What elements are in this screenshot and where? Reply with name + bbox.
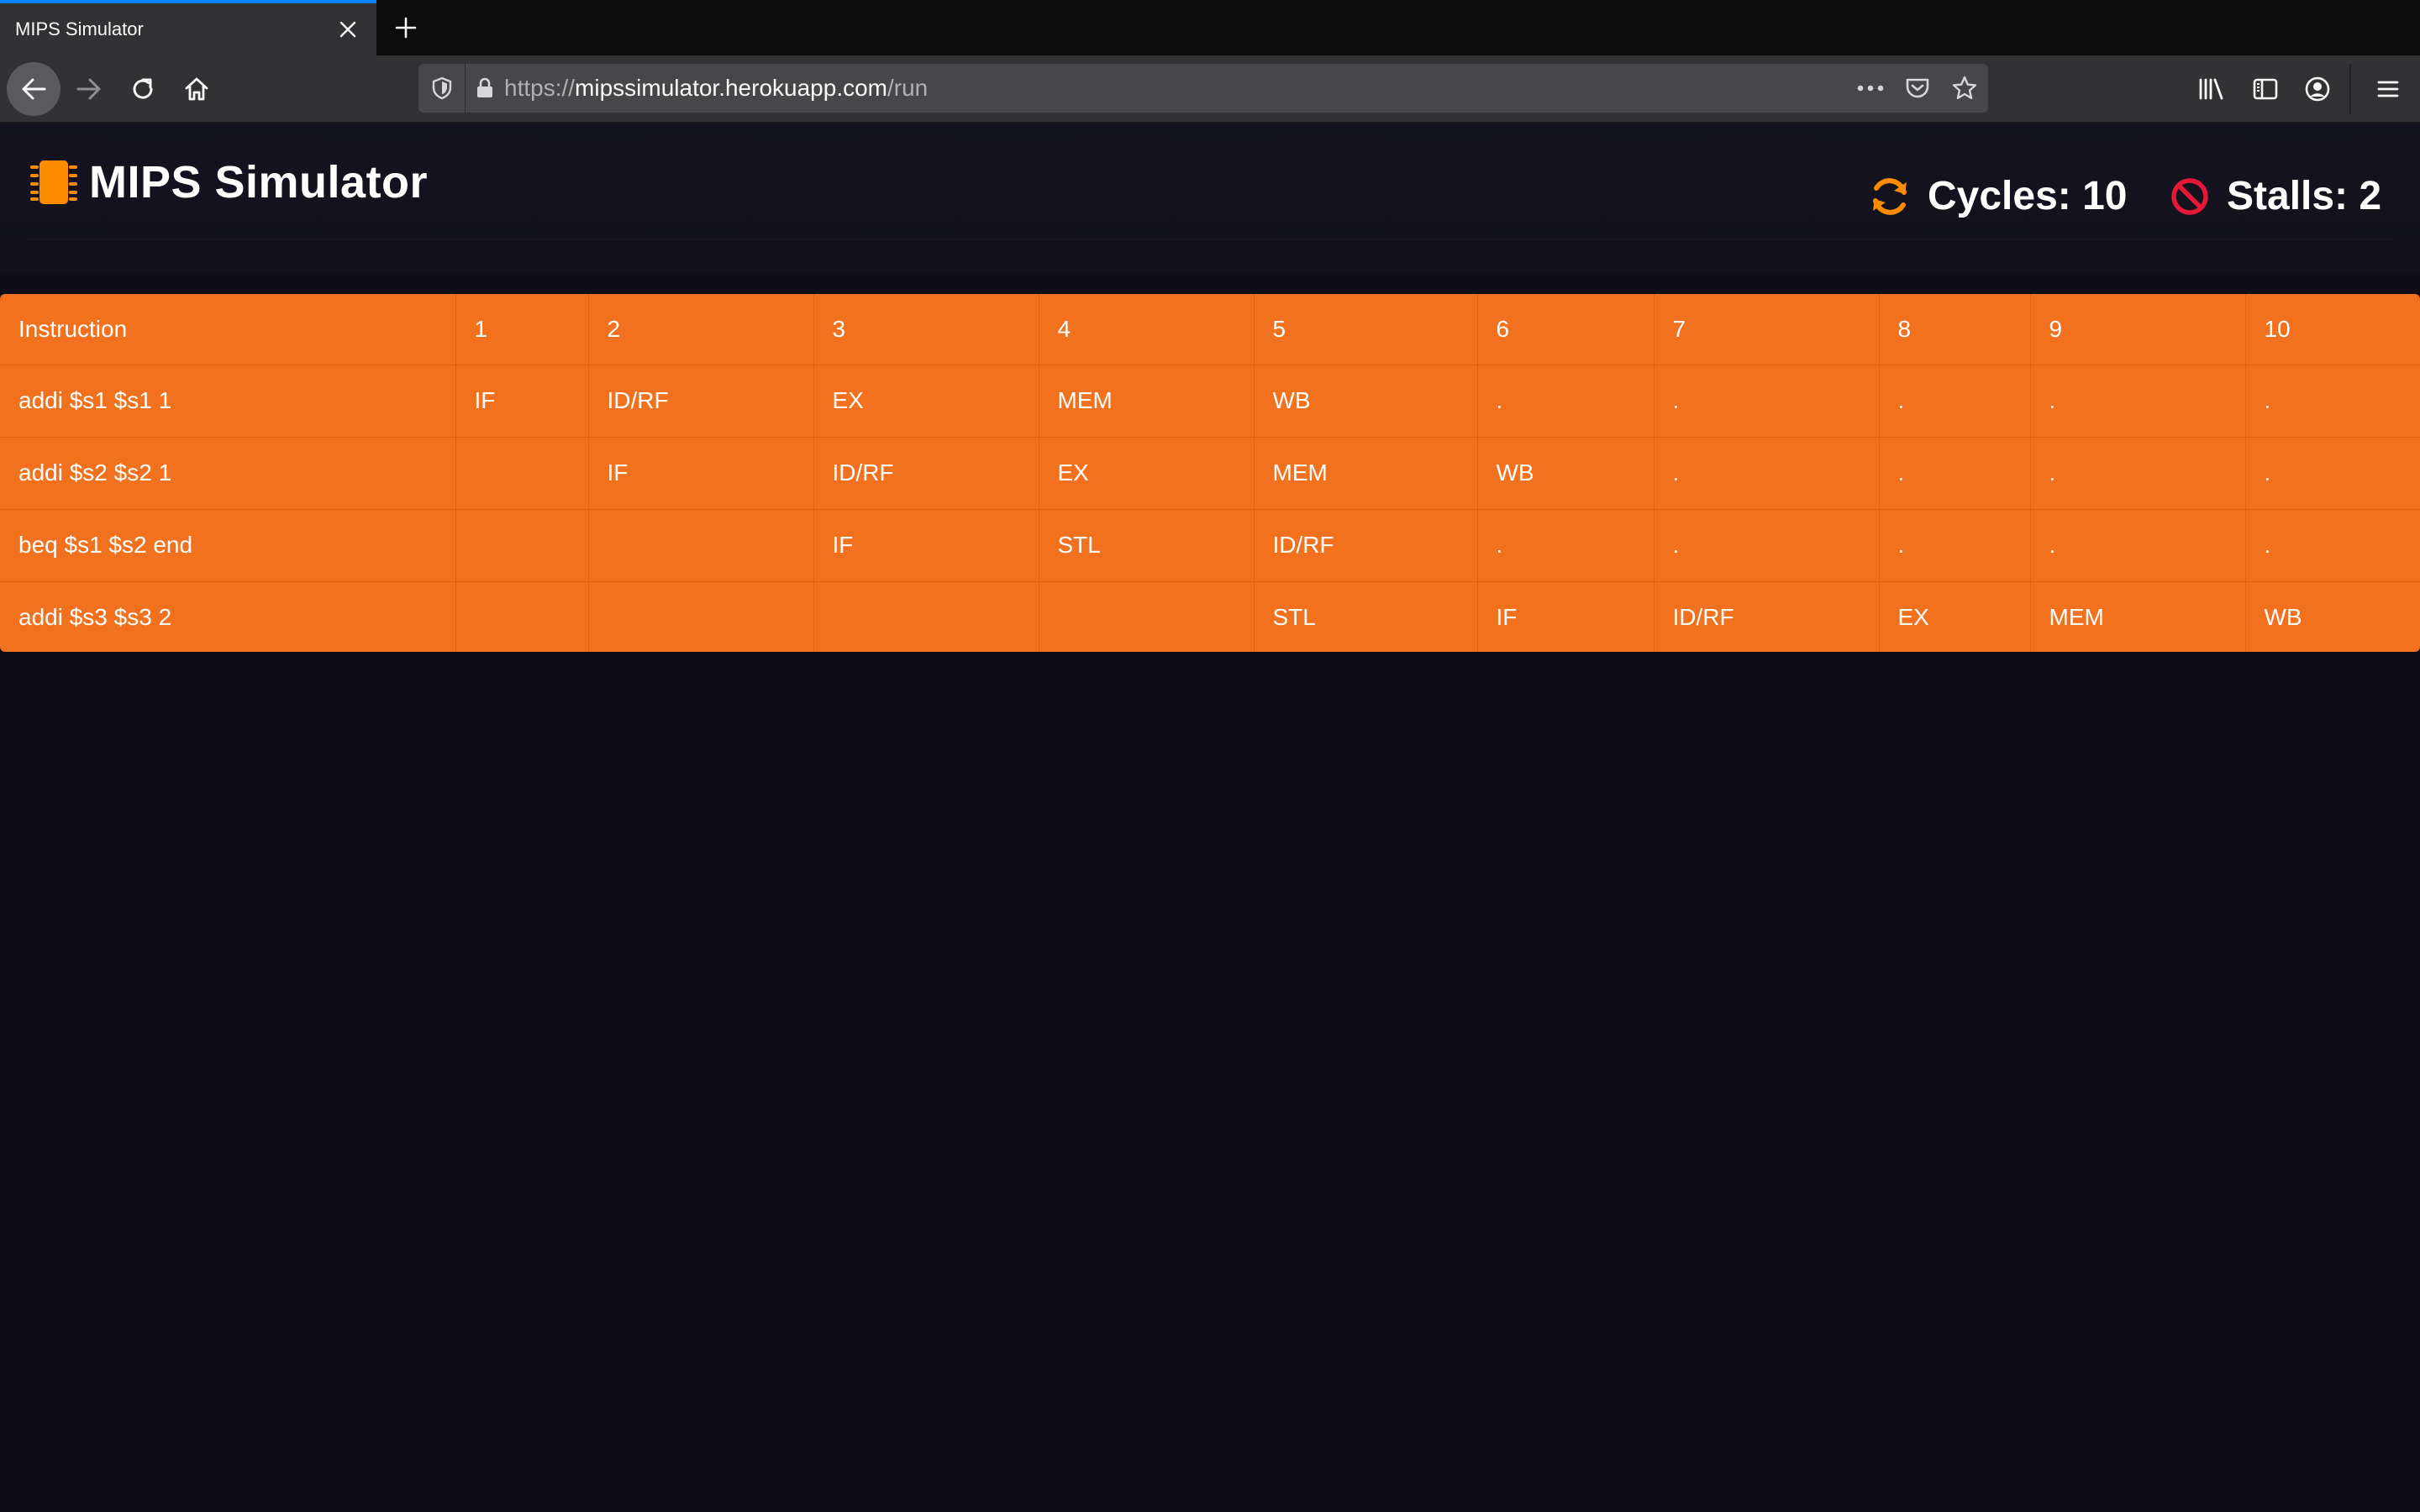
sync-icon [1873, 177, 1907, 215]
shield-icon[interactable] [418, 64, 466, 113]
brand[interactable]: MIPS Simulator [29, 156, 428, 208]
tab-title: MIPS Simulator [15, 18, 144, 39]
stage-cell: . [1653, 436, 1879, 509]
instruction-cell: addi $s1 $s1 1 [0, 364, 455, 437]
stage-cell: STL [1038, 508, 1254, 581]
microchip-icon [29, 157, 79, 207]
stage-cell: ID/RF [1253, 508, 1477, 581]
bookmark-star-icon[interactable] [1941, 64, 1988, 113]
table-row: addi $s1 $s1 1 IF ID/RF EX MEM WB . . . … [0, 364, 2420, 437]
cycles-counter: Cycles: 10 [1869, 173, 2128, 219]
reload-icon[interactable] [116, 62, 170, 116]
stage-cell: . [1878, 364, 2030, 437]
stage-cell: . [2029, 508, 2245, 581]
back-arrow-icon[interactable] [7, 62, 60, 116]
stage-cell: . [1878, 508, 2030, 581]
table-row: beq $s1 $s2 end IF STL ID/RF . . . . . [0, 508, 2420, 581]
stage-cell [587, 580, 813, 652]
url-scheme: https:// [504, 75, 576, 101]
stalls-label: Stalls: 2 [2227, 174, 2382, 218]
stage-cell [455, 436, 588, 509]
stage-cell: WB [1476, 436, 1654, 509]
stage-cell: MEM [1038, 364, 1254, 437]
stage-cell: ID/RF [587, 364, 813, 437]
stage-cell: ID/RF [1653, 580, 1879, 652]
column-header: Instruction [18, 315, 128, 342]
stage-cell: IF [1476, 580, 1654, 652]
column-header: 8 [1878, 294, 2030, 365]
pipeline-table-container: Instruction 1 2 3 4 5 6 7 8 9 10 addi $s… [0, 294, 2420, 652]
stage-cell: . [1653, 364, 1879, 437]
stage-cell: . [1653, 508, 1879, 581]
lock-icon[interactable] [466, 64, 504, 113]
stage-cell: EX [1878, 580, 2030, 652]
column-header: 7 [1653, 294, 1879, 365]
stage-cell: . [2029, 364, 2245, 437]
column-header: 4 [1038, 294, 1254, 365]
table-row: addi $s2 $s2 1 IF ID/RF EX MEM WB . . . … [0, 436, 2420, 509]
more-options-icon[interactable] [1847, 64, 1894, 113]
stage-cell: . [2244, 364, 2420, 437]
browser-tab[interactable]: MIPS Simulator [0, 0, 376, 55]
address-bar[interactable]: https://mipssimulator.herokuapp.com/run [418, 64, 1988, 113]
instruction-cell: addi $s3 $s3 2 [0, 580, 455, 652]
new-tab-icon[interactable] [388, 10, 424, 45]
app-header: MIPS Simulator Cycles: 10 Stalls: 2 [0, 123, 2420, 274]
stage-cell: . [2029, 436, 2245, 509]
instruction-cell: addi $s2 $s2 1 [0, 436, 455, 509]
ban-icon [2171, 177, 2208, 215]
stage-cell [587, 508, 813, 581]
url-path: /run [887, 75, 929, 101]
stage-cell: . [1878, 436, 2030, 509]
stage-cell: ID/RF [813, 436, 1039, 509]
column-header: 9 [2029, 294, 2245, 365]
stage-cell: . [2244, 436, 2420, 509]
account-icon[interactable] [2299, 71, 2336, 108]
app-title: MIPS Simulator [89, 157, 429, 207]
column-header: 6 [1476, 294, 1654, 365]
stage-cell: MEM [1253, 436, 1477, 509]
stage-cell: WB [1253, 364, 1477, 437]
stage-cell: STL [1253, 580, 1477, 652]
instruction-cell: beq $s1 $s2 end [0, 508, 455, 581]
url-text[interactable]: https://mipssimulator.herokuapp.com/run [504, 75, 1847, 102]
column-header: 5 [1253, 294, 1477, 365]
stage-cell: . [1476, 364, 1654, 437]
stage-cell: IF [587, 436, 813, 509]
header-inner: MIPS Simulator Cycles: 10 Stalls: 2 [24, 123, 2393, 240]
sidebar-icon[interactable] [2247, 71, 2284, 108]
stage-cell [455, 580, 588, 652]
home-icon[interactable] [170, 62, 224, 116]
browser-tab-strip: MIPS Simulator [0, 0, 2420, 55]
stalls-counter: Stalls: 2 [2170, 173, 2381, 219]
stage-cell: IF [813, 508, 1039, 581]
library-icon[interactable] [2193, 71, 2230, 108]
url-host: mipssimulator.herokuapp.com [575, 75, 887, 101]
column-header: 10 [2244, 294, 2420, 365]
stage-cell: WB [2244, 580, 2420, 652]
column-header: 2 [587, 294, 813, 365]
table-header-row: Instruction 1 2 3 4 5 6 7 8 9 10 [0, 294, 2420, 365]
stage-cell: EX [813, 364, 1039, 437]
stage-cell [455, 508, 588, 581]
stage-cell: MEM [2029, 580, 2245, 652]
table-row: addi $s3 $s3 2 STL IF ID/RF EX MEM WB [0, 580, 2420, 652]
stage-cell: EX [1038, 436, 1254, 509]
stage-cell [813, 580, 1039, 652]
column-header: 1 [455, 294, 588, 365]
stage-cell: . [2244, 508, 2420, 581]
stage-cell: . [1476, 508, 1654, 581]
stage-cell [1038, 580, 1254, 652]
forward-arrow-icon[interactable] [62, 62, 116, 116]
pipeline-table: Instruction 1 2 3 4 5 6 7 8 9 10 addi $s… [0, 294, 2420, 652]
pocket-icon[interactable] [1894, 64, 1941, 113]
close-icon[interactable] [334, 16, 361, 43]
browser-toolbar: https://mipssimulator.herokuapp.com/run [0, 55, 2420, 123]
hamburger-menu-icon[interactable] [2370, 71, 2407, 108]
stage-cell: IF [455, 364, 588, 437]
cycles-label: Cycles: 10 [1928, 174, 2128, 218]
toolbar-divider [2349, 64, 2351, 114]
column-header: 3 [813, 294, 1039, 365]
